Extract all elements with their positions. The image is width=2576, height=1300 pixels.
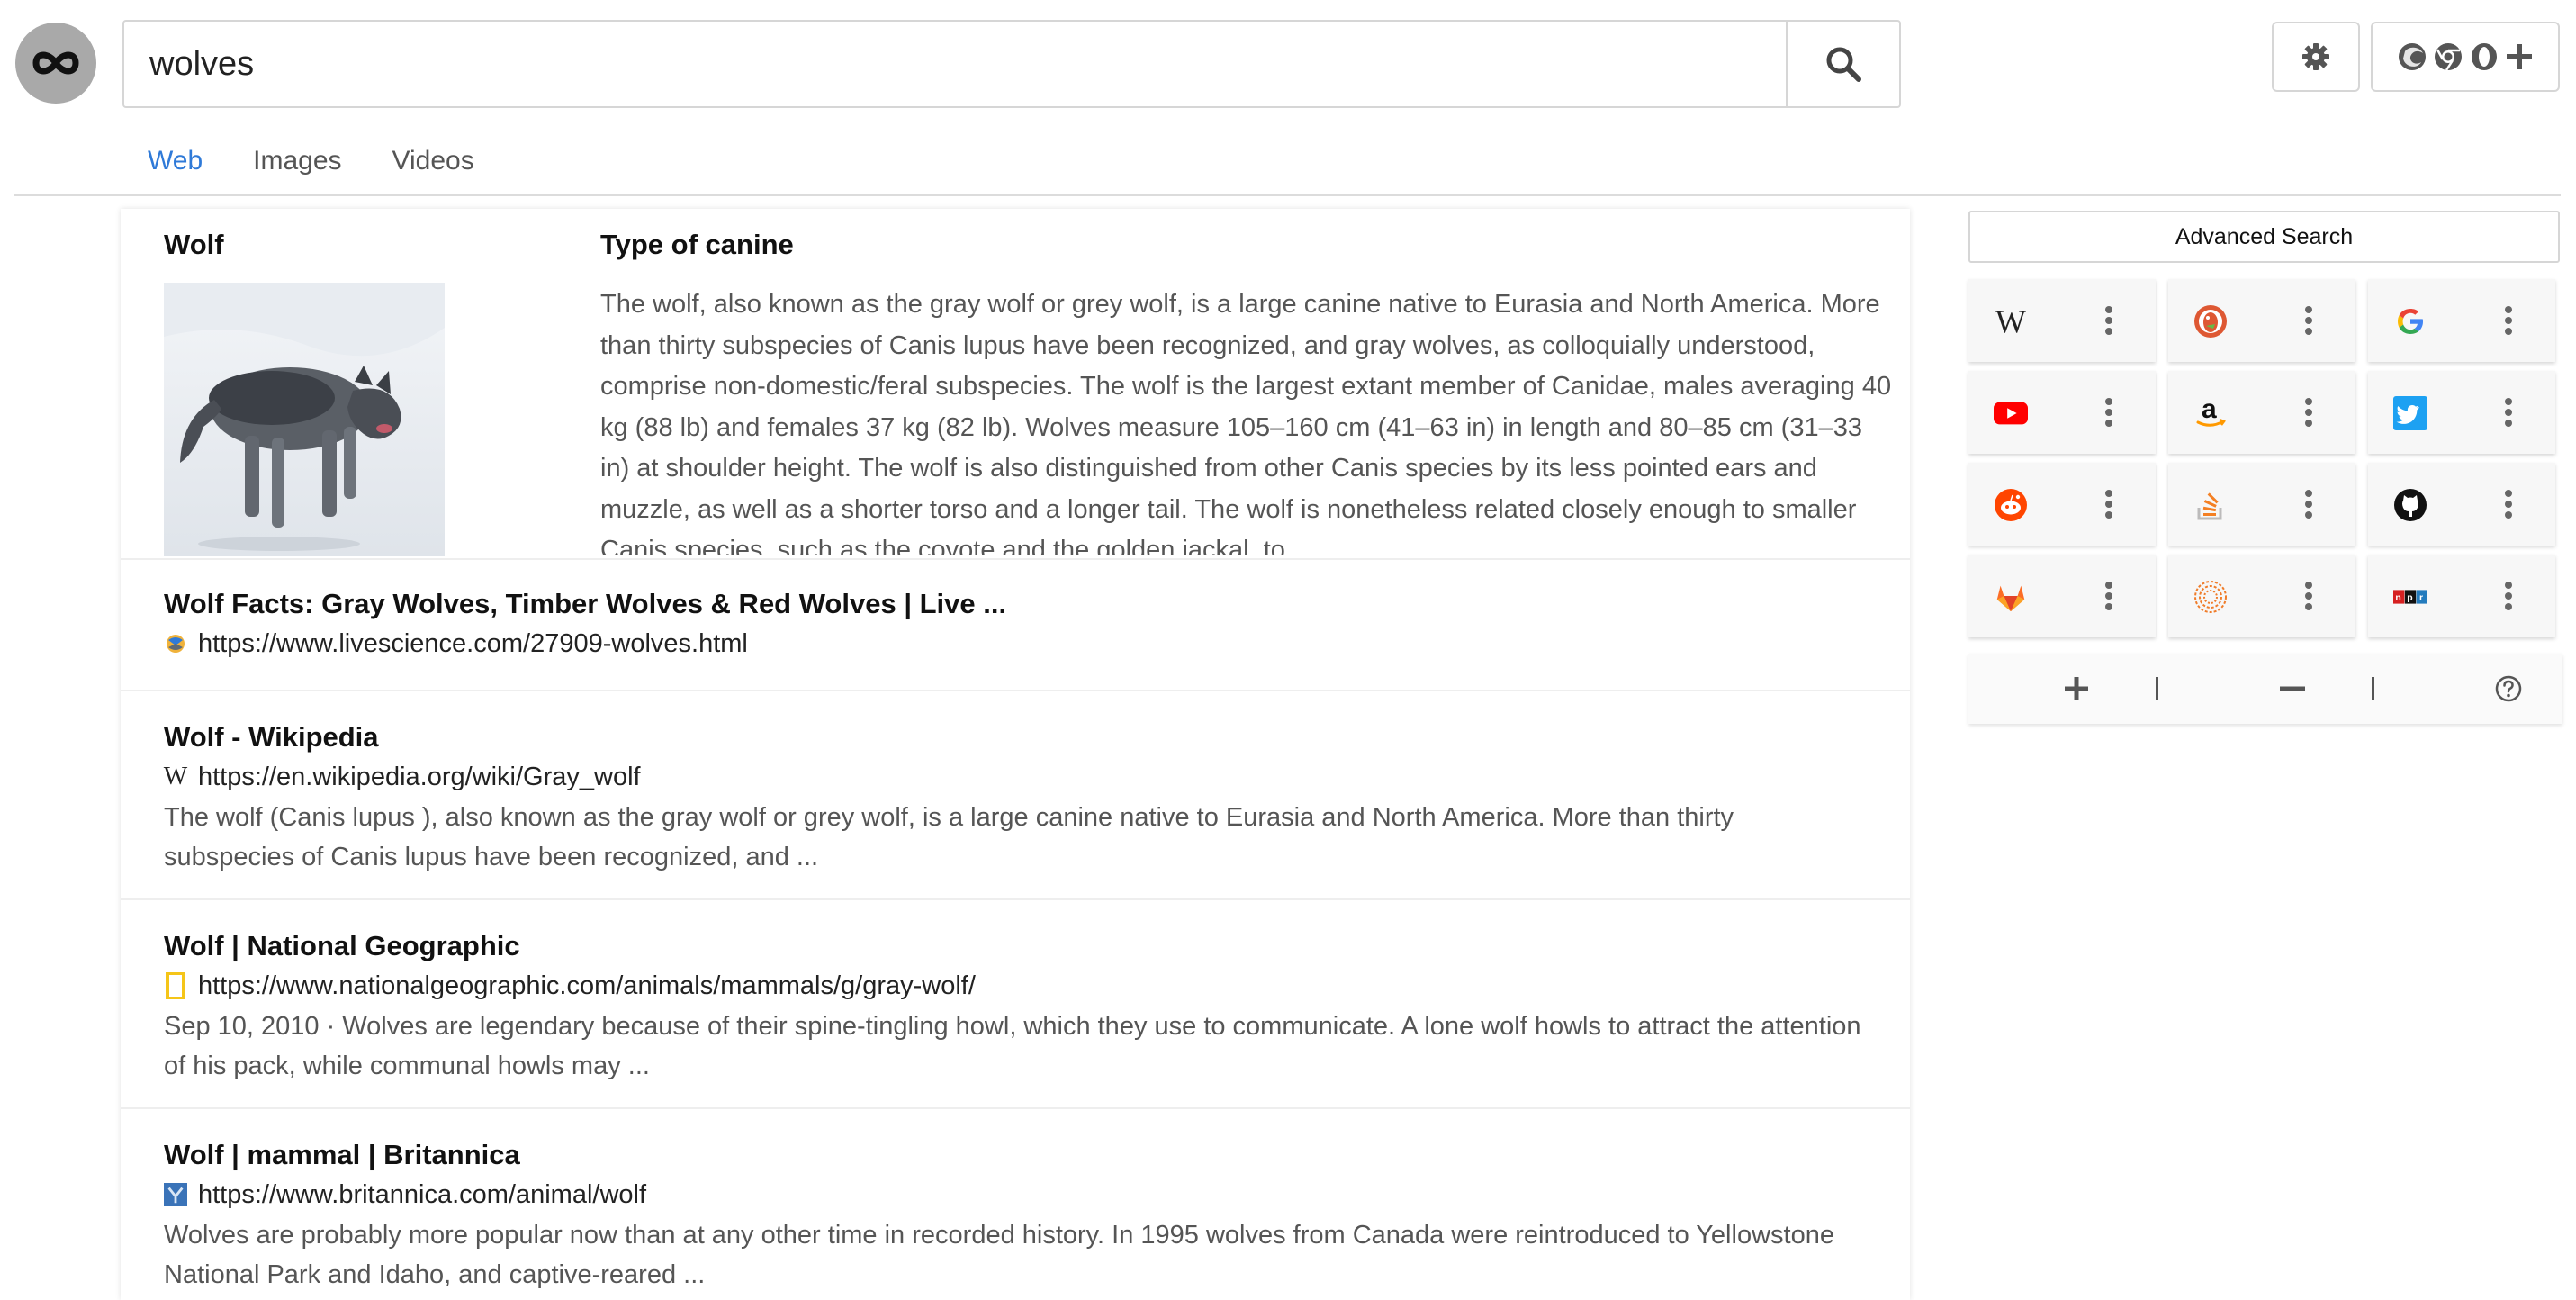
youtube-icon: [1994, 396, 2028, 430]
shortcut-youtube[interactable]: [1968, 371, 2156, 454]
kebab-menu-icon[interactable]: [2102, 486, 2116, 522]
livescience-icon: [164, 632, 187, 655]
settings-button[interactable]: [2272, 22, 2360, 92]
result-title[interactable]: Wolf | mammal | Britannica: [164, 1136, 1867, 1174]
infinity-logo-icon[interactable]: [15, 23, 96, 104]
tab-web[interactable]: Web: [122, 135, 229, 196]
result-url-text: https://www.livescience.com/27909-wolves…: [198, 629, 748, 658]
search-result: Wolf Facts: Gray Wolves, Timber Wolves &…: [121, 560, 1910, 691]
duckduckgo-icon: [2193, 304, 2228, 339]
kebab-menu-icon[interactable]: [2301, 302, 2316, 339]
reddit-icon: [1994, 488, 2028, 522]
remove-shortcut-button[interactable]: [2265, 654, 2319, 724]
npr-icon: n p r: [2393, 580, 2427, 614]
firefox-icon: [2399, 43, 2426, 70]
kebab-menu-icon[interactable]: [2501, 394, 2516, 430]
controls-separator: [2156, 677, 2158, 700]
kebab-menu-icon[interactable]: [2102, 302, 2116, 339]
result-title[interactable]: Wolf - Wikipedia: [164, 718, 1867, 756]
tab-videos[interactable]: Videos: [367, 135, 500, 196]
shortcut-controls: [1968, 654, 2562, 724]
sourcegraph-icon: [2193, 580, 2228, 614]
result-url[interactable]: W https://en.wikipedia.org/wiki/Gray_wol…: [164, 756, 1867, 798]
knowledge-panel-subtitle: Type of canine: [600, 229, 794, 260]
result-snippet: Sep 10, 2010 · Wolves are legendary beca…: [164, 1012, 1861, 1080]
shortcut-github[interactable]: [2368, 463, 2555, 546]
shortcut-sourcegraph[interactable]: [2168, 555, 2355, 637]
knowledge-panel-title: Wolf: [164, 229, 224, 260]
shortcut-amazon[interactable]: a: [2168, 371, 2355, 454]
opera-icon: [2472, 43, 2497, 70]
search-input[interactable]: [124, 22, 1788, 106]
search-result: Wolf | mammal | Britannica https://www.b…: [121, 1109, 1910, 1300]
shortcut-duckduckgo[interactable]: [2168, 279, 2355, 362]
shortcut-gitlab[interactable]: [1968, 555, 2156, 637]
search-button[interactable]: [1786, 22, 1899, 106]
tab-images[interactable]: Images: [228, 135, 366, 196]
search-result: Wolf | National Geographic https://www.n…: [121, 900, 1910, 1109]
search-bar: [122, 20, 1901, 108]
controls-separator: [2372, 677, 2374, 700]
search-result: Wolf - Wikipedia W https://en.wikipedia.…: [121, 691, 1910, 900]
shortcut-reddit[interactable]: [1968, 463, 2156, 546]
natgeo-icon: [164, 972, 187, 999]
result-url-text: https://en.wikipedia.org/wiki/Gray_wolf: [198, 763, 641, 791]
result-title[interactable]: Wolf Facts: Gray Wolves, Timber Wolves &…: [164, 585, 1867, 623]
add-to-browser-button[interactable]: [2371, 22, 2560, 92]
shortcut-wikipedia[interactable]: W: [1968, 279, 2156, 362]
result-url[interactable]: https://www.livescience.com/27909-wolves…: [164, 623, 1867, 664]
plus-icon: [2065, 677, 2088, 700]
gitlab-icon: [1994, 580, 2028, 614]
shortcut-twitter[interactable]: [2368, 371, 2555, 454]
knowledge-panel: Wolf Type of canine The wolf, also known…: [121, 209, 1910, 560]
twitter-icon: [2393, 396, 2427, 430]
question-icon: [2495, 675, 2522, 702]
wolf-photo[interactable]: [164, 283, 445, 556]
kebab-menu-icon[interactable]: [2501, 578, 2516, 614]
kebab-menu-icon[interactable]: [2301, 578, 2316, 614]
kebab-menu-icon[interactable]: [2501, 486, 2516, 522]
svg-text:r: r: [2419, 593, 2423, 603]
svg-text:n: n: [2395, 593, 2400, 603]
kebab-menu-icon[interactable]: [2102, 394, 2116, 430]
results-list: Wolf Type of canine The wolf, also known…: [121, 209, 1910, 1300]
result-url-text: https://www.nationalgeographic.com/anima…: [198, 971, 976, 1000]
gear-icon: [2302, 43, 2329, 70]
chrome-icon: [2435, 43, 2462, 71]
result-url[interactable]: https://www.britannica.com/animal/wolf: [164, 1174, 1867, 1215]
knowledge-panel-description: The wolf, also known as the gray wolf or…: [600, 290, 1892, 555]
shortcut-google[interactable]: [2368, 279, 2555, 362]
result-title[interactable]: Wolf | National Geographic: [164, 927, 1867, 965]
kebab-menu-icon[interactable]: [2301, 486, 2316, 522]
kebab-menu-icon[interactable]: [2301, 394, 2316, 430]
result-url[interactable]: https://www.nationalgeographic.com/anima…: [164, 965, 1867, 1007]
minus-icon: [2280, 686, 2305, 691]
tabs-divider: [14, 194, 2561, 196]
shortcut-npr[interactable]: n p r: [2368, 555, 2555, 637]
svg-text:a: a: [2202, 396, 2217, 424]
plus-icon: [2507, 44, 2532, 69]
shortcut-stackoverflow[interactable]: [2168, 463, 2355, 546]
wikipedia-icon: W: [1995, 303, 2026, 339]
wikipedia-icon: W: [163, 763, 188, 790]
stackoverflow-icon: [2193, 488, 2228, 522]
advanced-search-button[interactable]: Advanced Search: [1968, 211, 2560, 263]
magnifier-icon: [1826, 47, 1861, 82]
search-tabs: Web Images Videos: [122, 135, 500, 196]
help-button[interactable]: [2481, 654, 2535, 724]
result-url-text: https://www.britannica.com/animal/wolf: [198, 1180, 647, 1209]
svg-text:p: p: [2407, 593, 2412, 603]
google-icon: [2393, 304, 2427, 339]
result-snippet: Wolves are probably more popular now tha…: [164, 1221, 1834, 1289]
kebab-menu-icon[interactable]: [2102, 578, 2116, 614]
result-snippet: The wolf (Canis lupus ), also known as t…: [164, 803, 1734, 871]
github-icon: [2393, 488, 2427, 522]
add-shortcut-button[interactable]: [2049, 654, 2103, 724]
britannica-icon: [164, 1183, 187, 1206]
kebab-menu-icon[interactable]: [2501, 302, 2516, 339]
amazon-icon: a: [2193, 396, 2228, 430]
